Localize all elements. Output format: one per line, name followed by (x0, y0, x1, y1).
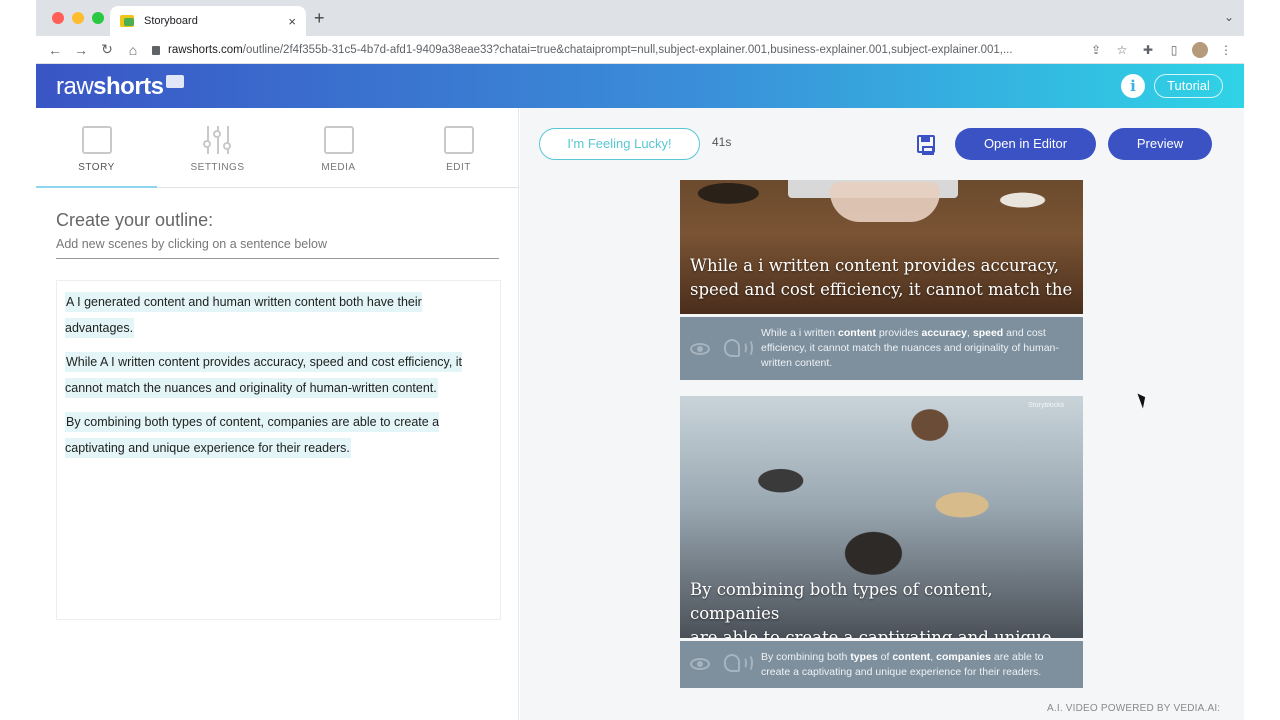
scene-caption-line: While a i written content provides accur… (690, 256, 1059, 275)
sentence-item[interactable]: A I generated content and human written … (65, 292, 422, 338)
sentence-list: A I generated content and human written … (56, 280, 501, 620)
storyboard-panel: I'm Feeling Lucky! 41s Open in Editor Pr… (520, 108, 1244, 720)
keyword-highlight: companies (936, 651, 991, 663)
outline-heading: Create your outline: (56, 210, 214, 230)
scene-thumbnail[interactable]: Storyblocks By combining both types of c… (680, 396, 1083, 638)
typing-hands (830, 182, 940, 222)
keyword-highlight: accuracy (921, 327, 968, 339)
profile-avatar[interactable] (1192, 41, 1208, 58)
eye-visibility-icon[interactable] (690, 343, 710, 355)
browser-tab-storyboard[interactable]: Storyboard × (110, 6, 306, 36)
tab-story[interactable]: STORY (36, 108, 157, 188)
sentence-item[interactable]: By combining both types of content, comp… (65, 412, 440, 458)
tutorial-button[interactable]: Tutorial (1154, 74, 1223, 98)
script-text-span: provides (875, 327, 922, 339)
toolbar-actions: ⇪ ☆ ✚ ▯ ⋮ (1088, 41, 1234, 58)
browser-menu-icon[interactable]: ⋮ (1218, 43, 1234, 57)
edit-image-icon (443, 126, 474, 154)
tab-settings[interactable]: SETTINGS (157, 108, 278, 188)
save-icon[interactable] (917, 135, 935, 155)
logo-play-icon (165, 75, 184, 88)
new-tab-button[interactable]: + (314, 8, 325, 29)
browser-tab-strip: Storyboard × + ⌄ (36, 0, 1244, 36)
tab-media-label: MEDIA (321, 162, 356, 173)
scene-script-text[interactable]: While a i written content provides accur… (761, 326, 1073, 371)
keyword-highlight: content (892, 651, 931, 663)
scene-text-bar: By combining both types of content, comp… (680, 641, 1083, 688)
forward-arrow-icon[interactable]: → (68, 42, 94, 58)
back-arrow-icon[interactable]: ← (42, 42, 68, 58)
side-panel-icon[interactable]: ▯ (1166, 43, 1182, 57)
share-icon[interactable]: ⇪ (1088, 43, 1104, 57)
scene-caption-line: are able to create a captivating and uni… (690, 628, 1052, 638)
reload-icon[interactable]: ↻ (94, 41, 120, 58)
info-button[interactable]: i (1121, 74, 1145, 98)
tab-edit[interactable]: EDIT (398, 108, 519, 188)
scene-script-text[interactable]: By combining both types of content, comp… (761, 650, 1073, 680)
scene-thumbnail[interactable]: While a i written content provides accur… (680, 180, 1083, 314)
keyword-highlight: speed (972, 327, 1004, 339)
scene-caption: By combining both types of content, comp… (690, 578, 1083, 638)
minimize-window-button[interactable] (72, 12, 84, 24)
scene-caption-line: speed and cost efficiency, it cannot mat… (690, 280, 1073, 299)
active-tab-indicator (36, 186, 157, 188)
outline-subtitle: Add new scenes by clicking on a sentence… (56, 237, 327, 251)
home-icon[interactable]: ⌂ (120, 42, 146, 58)
rawshorts-logo[interactable]: rawshorts (56, 73, 184, 101)
maximize-window-button[interactable] (92, 12, 104, 24)
script-text-span: By combining both (761, 651, 851, 663)
open-in-editor-button[interactable]: Open in Editor (955, 128, 1096, 160)
extensions-puzzle-icon[interactable]: ✚ (1140, 43, 1156, 57)
tab-search-chevron-icon[interactable]: ⌄ (1224, 10, 1234, 24)
browser-window: Storyboard × + ⌄ ← → ↻ ⌂ rawshorts.com/o… (36, 0, 1244, 720)
window-controls (52, 12, 104, 24)
scene-caption: While a i written content provides accur… (690, 254, 1072, 302)
settings-sliders-icon (202, 126, 233, 154)
outline-panel: STORY SETTINGS MEDIA EDIT Create your ou… (36, 108, 519, 720)
bookmark-star-icon[interactable]: ☆ (1114, 43, 1130, 57)
tab-story-label: STORY (78, 162, 115, 173)
panel-tabs: STORY SETTINGS MEDIA EDIT (36, 108, 519, 188)
address-bar[interactable]: rawshorts.com/outline/2f4f355b-31c5-4b7d… (152, 44, 1088, 56)
logo-text-light: raw (56, 73, 94, 100)
screen-margin-right (1244, 0, 1280, 720)
preview-button[interactable]: Preview (1108, 128, 1212, 160)
keyword-highlight: types (850, 651, 878, 663)
video-duration: 41s (712, 135, 732, 149)
close-window-button[interactable] (52, 12, 64, 24)
lock-icon (152, 46, 160, 55)
app-header: rawshorts i Tutorial (36, 64, 1244, 108)
sentence-item[interactable]: While A I written content provides accur… (65, 352, 463, 398)
feeling-lucky-button[interactable]: I'm Feeling Lucky! (539, 128, 700, 160)
tab-title: Storyboard (144, 15, 198, 27)
url-host: rawshorts.com (168, 43, 243, 56)
media-image-icon (323, 126, 354, 154)
tab-edit-label: EDIT (446, 162, 471, 173)
stock-watermark: Storyblocks (1028, 402, 1065, 409)
powered-by-footer: A.I. VIDEO POWERED BY VEDIA.AI: (1047, 703, 1221, 714)
scene-text-bar: While a i written content provides accur… (680, 317, 1083, 380)
eye-visibility-icon[interactable] (690, 658, 710, 670)
voiceover-icon[interactable] (724, 339, 754, 359)
keyword-highlight: content (838, 327, 876, 339)
url-path: /outline/2f4f355b-31c5-4b7d-afd1-9409a38… (242, 43, 1013, 56)
tab-settings-label: SETTINGS (190, 162, 245, 173)
script-text-span: of (877, 651, 893, 663)
story-icon (81, 126, 112, 154)
logo-text-bold: shorts (93, 73, 164, 100)
tab-media[interactable]: MEDIA (278, 108, 399, 188)
screen-margin-left (0, 0, 36, 720)
script-text-span: While a i written (761, 327, 839, 339)
scene-caption-line: By combining both types of content, comp… (690, 580, 993, 623)
browser-toolbar: ← → ↻ ⌂ rawshorts.com/outline/2f4f355b-3… (36, 36, 1244, 64)
tab-close-icon[interactable]: × (288, 14, 296, 29)
voiceover-icon[interactable] (724, 654, 754, 674)
tab-favicon-icon (120, 15, 134, 27)
outline-divider (56, 258, 499, 259)
